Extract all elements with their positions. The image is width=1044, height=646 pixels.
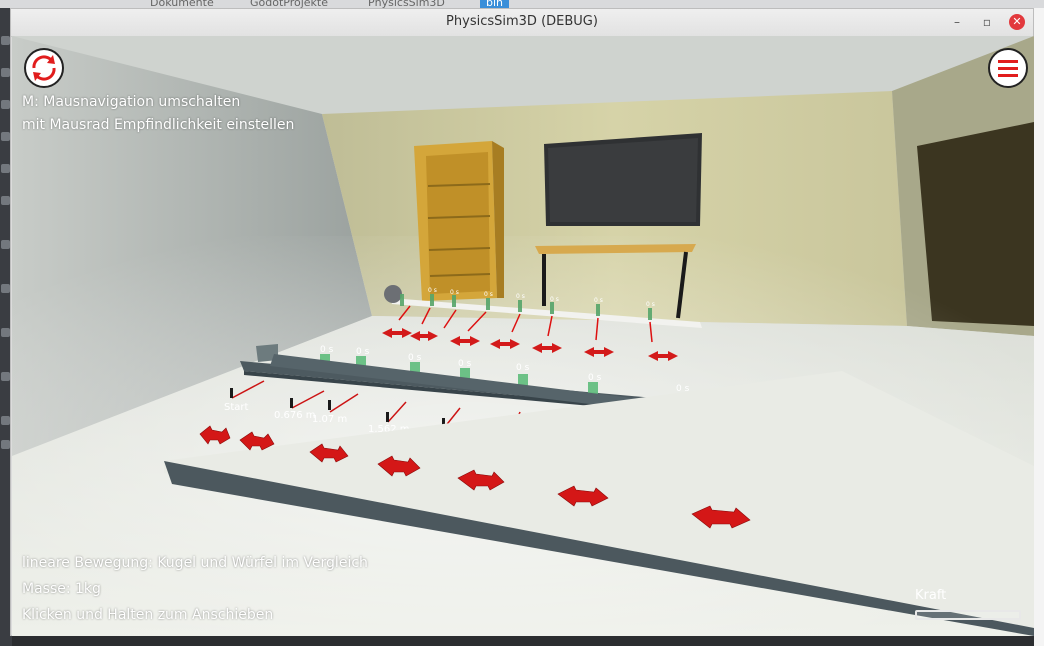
- desktop-right-edge: [1034, 8, 1044, 646]
- window-titlebar[interactable]: PhysicsSim3D (DEBUG) – ▫ ✕: [11, 9, 1033, 37]
- svg-text:0 s: 0 s: [550, 296, 559, 303]
- svg-text:0 s: 0 s: [516, 293, 525, 300]
- sphere: [384, 285, 402, 303]
- desktop-taskbar: Dokumente GodotProjekte PhysicsSim3D bin: [0, 0, 1044, 9]
- svg-text:0 s: 0 s: [450, 289, 459, 296]
- side-icon[interactable]: [1, 36, 10, 45]
- svg-text:0 s: 0 s: [484, 291, 493, 298]
- force-bar: [915, 610, 1021, 620]
- side-icon[interactable]: [1, 240, 10, 249]
- blackboard: [544, 133, 702, 226]
- side-icon[interactable]: [1, 328, 10, 337]
- svg-text:0 s: 0 s: [458, 359, 472, 369]
- svg-text:0 s: 0 s: [428, 287, 437, 294]
- desktop-tab[interactable]: PhysicsSim3D: [368, 0, 445, 9]
- side-icon[interactable]: [1, 416, 10, 425]
- minimize-button[interactable]: –: [949, 14, 965, 30]
- window-title: PhysicsSim3D (DEBUG): [446, 14, 598, 29]
- scene-title: lineare Bewegung: Kugel und Würfel im Ve…: [22, 555, 368, 571]
- side-icon[interactable]: [1, 132, 10, 141]
- 3d-viewport[interactable]: 0 s 0 s 0 s 0 s 0 s 0 s 0 s 0 s 0 s 0 s 0 s…: [12, 36, 1034, 636]
- svg-text:1.07 m: 1.07 m: [312, 414, 347, 425]
- side-icon[interactable]: [1, 372, 10, 381]
- side-icon[interactable]: [1, 284, 10, 293]
- desktop-tab-active[interactable]: bin: [480, 0, 510, 9]
- bookshelf: [414, 141, 504, 301]
- force-label: Kraft: [915, 588, 947, 603]
- app-window: PhysicsSim3D (DEBUG) – ▫ ✕ 0 s 0 s 0 s 0…: [10, 8, 1034, 636]
- svg-text:0 s: 0 s: [516, 363, 530, 373]
- refresh-icon: [32, 55, 56, 81]
- side-icon[interactable]: [1, 440, 10, 449]
- svg-text:0 s: 0 s: [408, 353, 422, 363]
- svg-text:Start: Start: [224, 402, 249, 413]
- desktop-tab[interactable]: GodotProjekte: [250, 0, 328, 9]
- svg-text:0 s: 0 s: [356, 347, 370, 357]
- svg-text:0 s: 0 s: [588, 373, 602, 383]
- svg-text:0.676 m: 0.676 m: [274, 410, 316, 421]
- menu-icon: [998, 60, 1018, 77]
- mass-label: Masse: 1kg: [22, 581, 101, 597]
- nav-hint-line2: mit Mausrad Empfindlichkeit einstellen: [22, 117, 295, 133]
- close-button[interactable]: ✕: [1009, 14, 1025, 30]
- svg-text:0 s: 0 s: [594, 297, 603, 304]
- svg-text:0 s: 0 s: [646, 301, 655, 308]
- side-icon[interactable]: [1, 164, 10, 173]
- maximize-button[interactable]: ▫: [979, 14, 995, 30]
- desktop-tab[interactable]: Dokumente: [150, 0, 214, 9]
- side-icon[interactable]: [1, 196, 10, 205]
- side-icon[interactable]: [1, 68, 10, 77]
- reset-button[interactable]: [24, 48, 64, 88]
- instruction-label: Klicken und Halten zum Anschieben: [22, 607, 274, 623]
- menu-button[interactable]: [988, 48, 1028, 88]
- nav-hint-line1: M: Mausnavigation umschalten: [22, 94, 241, 110]
- side-icon[interactable]: [1, 100, 10, 109]
